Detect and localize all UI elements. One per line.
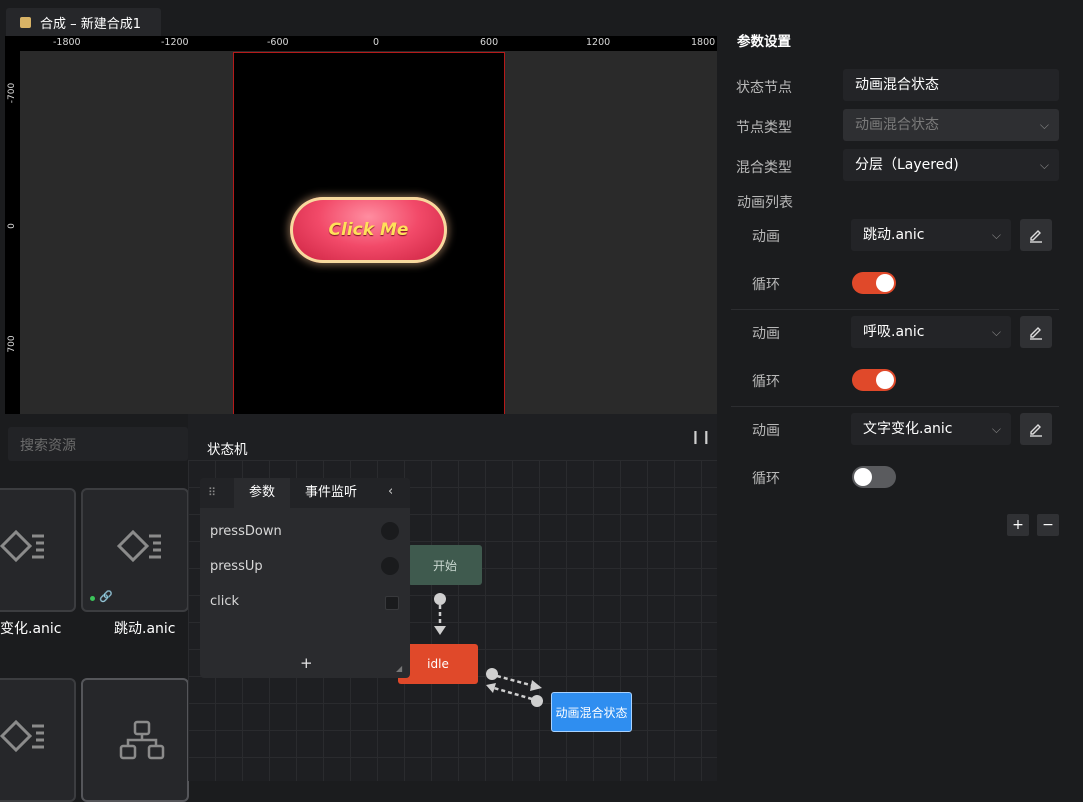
chevron-down-icon: ⌵ — [1039, 118, 1049, 132]
idle-node[interactable]: idle — [398, 644, 478, 684]
animation-value: 文字变化.anic — [863, 421, 953, 437]
blend-state-node[interactable]: 动画混合状态 — [551, 692, 632, 732]
ruler-label: 1200 — [586, 37, 611, 48]
vertical-ruler: -700 0 700 — [5, 51, 20, 414]
animation-label: 动画 — [752, 229, 780, 245]
node-type-value: 动画混合状态 — [855, 117, 939, 133]
ruler-label: 700 — [7, 335, 17, 353]
animation-select[interactable]: 跳动.anic ⌵ — [851, 219, 1011, 251]
tab-event-listeners[interactable]: 事件监听 — [294, 478, 368, 508]
trigger-button[interactable] — [381, 522, 399, 540]
composition-tab[interactable]: 合成 – 新建合成1 — [6, 8, 161, 36]
ruler-label: -600 — [267, 37, 289, 48]
blend-type-select[interactable]: 分层（Layered) ⌵ — [843, 149, 1059, 181]
status-dot — [90, 596, 95, 601]
settings-title: 参数设置 — [737, 34, 791, 50]
asset-name: 跳动.anic — [114, 621, 176, 637]
tab-params[interactable]: 参数 — [234, 478, 290, 508]
trigger-button[interactable] — [381, 557, 399, 575]
animation-select[interactable]: 呼吸.anic ⌵ — [851, 316, 1011, 348]
animation-label: 动画 — [752, 423, 780, 439]
loop-label: 循环 — [752, 374, 780, 390]
asset-card[interactable] — [0, 678, 76, 802]
click-me-text: Click Me — [328, 220, 409, 240]
stage-artboard[interactable]: Click Me — [233, 52, 505, 414]
pencil-icon — [1030, 327, 1042, 340]
link-icon: 🔗 — [99, 590, 113, 603]
chevron-down-icon: ⌵ — [991, 325, 1001, 339]
edit-animation-button[interactable] — [1020, 316, 1052, 348]
asset-card[interactable]: 🔗 — [81, 488, 189, 612]
ruler-label: 600 — [480, 37, 499, 48]
add-param-button[interactable]: + — [300, 654, 313, 672]
composition-tab-label: 合成 – 新建合成1 — [40, 16, 142, 32]
state-node-field[interactable]: 动画混合状态 — [843, 69, 1059, 101]
edit-animation-button[interactable] — [1020, 413, 1052, 445]
asset-card[interactable] — [0, 488, 76, 612]
animation-file-icon — [116, 529, 161, 563]
node-type-label: 节点类型 — [736, 120, 792, 136]
loop-toggle[interactable] — [852, 272, 896, 294]
search-input[interactable]: 搜索资源 — [8, 427, 188, 461]
horizontal-ruler: -1800 -1200 -600 0 600 1200 1800 — [5, 36, 717, 51]
divider — [731, 406, 1059, 407]
ruler-label: 0 — [373, 37, 380, 48]
param-name: pressUp — [210, 559, 263, 574]
parameter-panel: ⠿ 参数 事件监听 ‹ pressDown pressUp click + ◢ — [200, 478, 410, 678]
chevron-down-icon: ⌵ — [991, 422, 1001, 436]
asset-card[interactable] — [81, 678, 189, 802]
animation-select[interactable]: 文字变化.anic ⌵ — [851, 413, 1011, 445]
add-animation-button[interactable]: + — [1007, 514, 1029, 536]
param-name: pressDown — [210, 524, 282, 539]
top-bar: 合成 – 新建合成1 — [0, 0, 717, 36]
asset-panel: 搜索资源 🔗 变化.anic 跳动.anic — [0, 414, 189, 802]
ruler-label: -1800 — [53, 37, 81, 48]
animation-value: 呼吸.anic — [863, 324, 925, 340]
node-type-select: 动画混合状态 ⌵ — [843, 109, 1059, 141]
animation-value: 跳动.anic — [863, 227, 925, 243]
parameter-tabs: ⠿ 参数 事件监听 ‹ — [200, 478, 410, 508]
ruler-label: -700 — [7, 82, 17, 104]
bool-checkbox[interactable] — [385, 596, 399, 610]
loop-label: 循环 — [752, 471, 780, 487]
blend-type-value: 分层（Layered) — [855, 157, 959, 173]
asset-name: 变化.anic — [0, 621, 62, 637]
click-me-button-art[interactable]: Click Me — [290, 197, 447, 263]
collapse-icon[interactable]: ‹ — [388, 484, 393, 499]
edit-animation-button[interactable] — [1020, 219, 1052, 251]
animation-file-icon — [0, 719, 44, 753]
loop-toggle[interactable] — [852, 466, 896, 488]
param-name: click — [210, 594, 240, 609]
state-machine-icon — [119, 720, 165, 760]
state-machine-panel[interactable]: 状态机 ❙❙ 开始 idle 动画混合状态 ⠿ 参数 事件监听 ‹ pressD… — [188, 414, 717, 781]
blend-type-label: 混合类型 — [736, 160, 792, 176]
divider — [731, 309, 1059, 310]
resize-handle-icon[interactable]: ◢ — [396, 664, 402, 673]
settings-panel: 参数设置 状态节点 动画混合状态 节点类型 动画混合状态 ⌵ 混合类型 分层（L… — [717, 0, 1083, 781]
ruler-label: 0 — [7, 223, 17, 229]
pencil-icon — [1030, 424, 1042, 437]
animation-list-label: 动画列表 — [737, 195, 793, 211]
drag-handle-icon[interactable]: ⠿ — [208, 486, 216, 499]
ruler-label: 1800 — [691, 37, 716, 48]
pencil-icon — [1030, 230, 1042, 243]
ruler-label: -1200 — [161, 37, 189, 48]
animation-file-icon — [0, 529, 44, 563]
canvas-area[interactable]: -1800 -1200 -600 0 600 1200 1800 -700 0 … — [5, 36, 717, 414]
loop-toggle[interactable] — [852, 369, 896, 391]
animation-label: 动画 — [752, 326, 780, 342]
chevron-down-icon: ⌵ — [1039, 158, 1049, 172]
loop-label: 循环 — [752, 277, 780, 293]
composition-icon — [20, 16, 31, 28]
remove-animation-button[interactable]: − — [1037, 514, 1059, 536]
start-node[interactable]: 开始 — [408, 545, 482, 585]
state-node-label: 状态节点 — [736, 80, 792, 96]
chevron-down-icon: ⌵ — [991, 228, 1001, 242]
